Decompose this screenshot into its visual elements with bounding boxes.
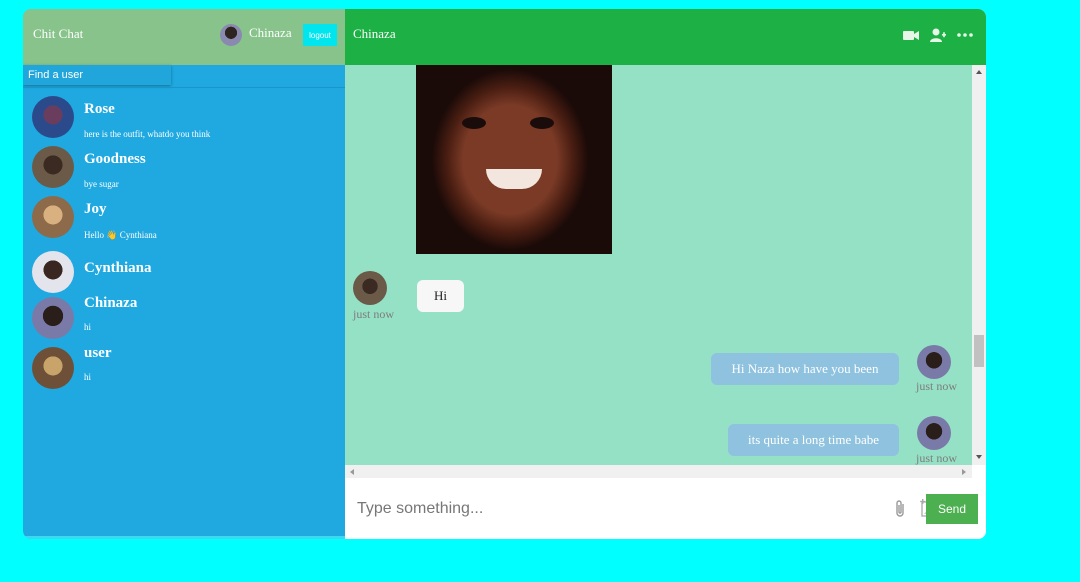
message-time: just now <box>916 379 958 393</box>
current-user-avatar <box>220 24 242 46</box>
user-item-cynthiana[interactable]: Cynthiana <box>23 243 345 293</box>
vertical-scrollbar[interactable] <box>972 65 986 465</box>
message-input[interactable] <box>355 496 839 522</box>
sidebar-header: Chit Chat Chinaza logout <box>23 9 345 65</box>
message-time: just now <box>353 307 395 321</box>
horizontal-scrollbar[interactable] <box>345 465 972 478</box>
app-logo: Chit Chat <box>33 26 84 41</box>
attach-icon[interactable] <box>893 499 907 524</box>
divider <box>23 87 345 88</box>
image-detail <box>462 117 486 129</box>
send-button[interactable]: Send <box>926 494 978 524</box>
chat-app: Chit Chat Chinaza logout Rose here is th… <box>23 9 986 539</box>
add-user-icon[interactable] <box>929 26 947 44</box>
current-user-name: Chinaza <box>249 25 292 40</box>
user-last-message: hi <box>84 372 92 382</box>
message-image[interactable] <box>416 65 612 254</box>
user-name: user <box>84 345 112 361</box>
outgoing-message: its quite a long time babe <box>728 424 899 456</box>
sidebar: Chit Chat Chinaza logout Rose here is th… <box>23 9 345 539</box>
user-name: Chinaza <box>84 295 138 311</box>
avatar <box>32 347 74 389</box>
scroll-down-arrow[interactable] <box>976 455 982 459</box>
chat-header: Chinaza <box>345 9 986 65</box>
user-item-chinaza[interactable]: Chinaza hi <box>23 291 345 341</box>
user-last-message: hi <box>84 322 92 332</box>
outgoing-message: Hi Naza how have you been <box>711 353 899 385</box>
sender-avatar <box>353 271 387 305</box>
more-options-icon[interactable] <box>956 26 974 44</box>
scroll-up-arrow[interactable] <box>976 70 982 74</box>
user-last-message: bye sugar <box>84 179 119 189</box>
scroll-right-arrow[interactable] <box>962 469 966 475</box>
user-name: Goodness <box>84 151 146 167</box>
user-item-joy[interactable]: Joy Hello 👋 Cynthiana <box>23 193 345 243</box>
user-last-message: here is the outfit, whatdo you think <box>84 129 211 139</box>
chat-title: Chinaza <box>353 26 396 41</box>
sender-avatar <box>917 345 951 379</box>
user-item-rose[interactable]: Rose here is the outfit, whatdo you thin… <box>23 93 345 143</box>
user-name: Rose <box>84 101 115 117</box>
avatar <box>32 146 74 188</box>
image-detail <box>530 117 554 129</box>
avatar <box>32 196 74 238</box>
message-time: just now <box>916 451 958 465</box>
search-input[interactable] <box>23 65 171 85</box>
scroll-left-arrow[interactable] <box>350 469 354 475</box>
user-last-message: Hello 👋 Cynthiana <box>84 230 157 240</box>
user-item-user[interactable]: user hi <box>23 341 345 391</box>
incoming-message: Hi <box>417 280 464 312</box>
user-name: Cynthiana <box>84 260 152 276</box>
image-detail <box>486 169 542 189</box>
message-list: just now Hi Hi Naza how have you been ju… <box>345 65 972 465</box>
video-camera-icon[interactable] <box>902 26 920 44</box>
avatar <box>32 96 74 138</box>
user-item-goodness[interactable]: Goodness bye sugar <box>23 143 345 193</box>
user-name: Joy <box>84 201 107 217</box>
logout-button[interactable]: logout <box>303 24 337 46</box>
sidebar-bottom-bar <box>23 536 345 539</box>
message-composer: Send <box>345 478 986 539</box>
user-list: Rose here is the outfit, whatdo you thin… <box>23 93 345 391</box>
avatar <box>32 297 74 339</box>
sender-avatar <box>917 416 951 450</box>
avatar <box>32 251 74 293</box>
user-search <box>23 65 171 85</box>
scroll-thumb[interactable] <box>974 335 984 367</box>
